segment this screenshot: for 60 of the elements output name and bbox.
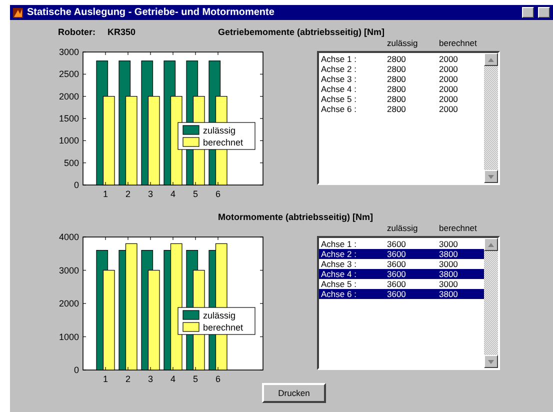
scrollbar[interactable] [484,53,498,183]
scroll-up-button[interactable] [484,238,498,251]
axis-tick-label: 2500 [58,69,79,80]
robot-label: Roboter: [58,26,96,36]
axis-tick-label: 1000 [58,332,79,342]
axis-tick-label: 5 [193,374,198,383]
list-item[interactable]: Achse 2 : 3600 3800 [319,249,484,259]
axis-tick-label: 6 [216,374,220,383]
legend-swatch [182,310,200,320]
robot-name: KR350 [108,26,136,36]
axis-tick-label: 4000 [58,233,79,242]
axis-tick-label: 0 [74,365,79,375]
list-box[interactable]: Achse 1 : 3600 3000 Achse 2 : 3600 3800 Achse 3 : 3600 3000 Achse 4 : 3600 3800 Achse 5 : 3600 3000 Achse 6 : 3600 3800 [317,236,500,370]
list-item[interactable]: Achse 6 : 3600 3800 [319,289,484,299]
list-box[interactable]: Achse 1 : 2800 2000 Achse 2 : 2800 2000 Achse 3 : 2800 2000 Achse 4 : 2800 2000 Achse 5 : 2800 2000 Achse 6 : 2800 2000 [317,51,500,185]
scroll-down-button[interactable] [484,355,498,368]
axis-tick-label: 500 [64,158,79,168]
panel-title: Getriebemomente (abtriebsseitig) [Nm] [218,26,385,36]
axis-tick-label: 3000 [58,48,79,57]
axis-tick-label: 3 [148,374,153,383]
up-arrow-icon [488,242,494,246]
legend-label: zulässig [203,310,236,320]
axis-tick-label: 0 [74,180,79,190]
up-arrow-icon [488,58,494,62]
legend-swatch [182,322,200,332]
axis-tick-label: 6 [216,189,220,198]
minimize-button[interactable] [522,7,534,18]
column-header: zulässig [387,38,419,48]
down-arrow-icon [488,360,494,364]
column-header: berechnet [439,38,478,48]
down-arrow-icon [488,174,494,178]
axis-tick-label: 1000 [58,136,79,146]
maximize-button[interactable] [538,7,550,18]
axis-tick-label: 3 [148,189,153,198]
axis-tick-label: 2000 [58,298,79,308]
scrollbar[interactable] [484,238,498,368]
legend-label: berechnet [203,322,244,332]
legend-label: zulässig [203,126,236,136]
axis-tick-label: 1 [103,189,108,198]
column-header: berechnet [439,222,478,232]
axis-tick-label: 4 [170,374,176,383]
window-title: Statische Auslegung - Getriebe- und Motormomente [27,7,276,18]
print-button[interactable]: Drucken [262,383,326,403]
panel-title: Motormomente (abtriebsseitig) [Nm] [218,212,374,222]
axis-tick-label: 1 [103,374,108,383]
scroll-up-button[interactable] [484,53,498,66]
axis-tick-label: 2 [126,189,130,198]
list-item[interactable]: Achse 4 : 3600 3800 [319,269,484,279]
column-header: zulässig [387,222,419,232]
axis-tick-label: 5 [193,189,198,198]
axis-tick-label: 1500 [58,114,79,124]
axis-tick-label: 3000 [58,265,79,276]
legend-swatch [182,137,200,147]
legend-swatch [182,125,200,135]
app-icon [13,8,23,18]
axis-tick-label: 4 [170,189,176,198]
axis-tick-label: 2 [126,374,130,383]
legend-label: berechnet [203,138,244,148]
scroll-down-button[interactable] [484,170,498,183]
axis-tick-label: 2000 [58,91,79,102]
